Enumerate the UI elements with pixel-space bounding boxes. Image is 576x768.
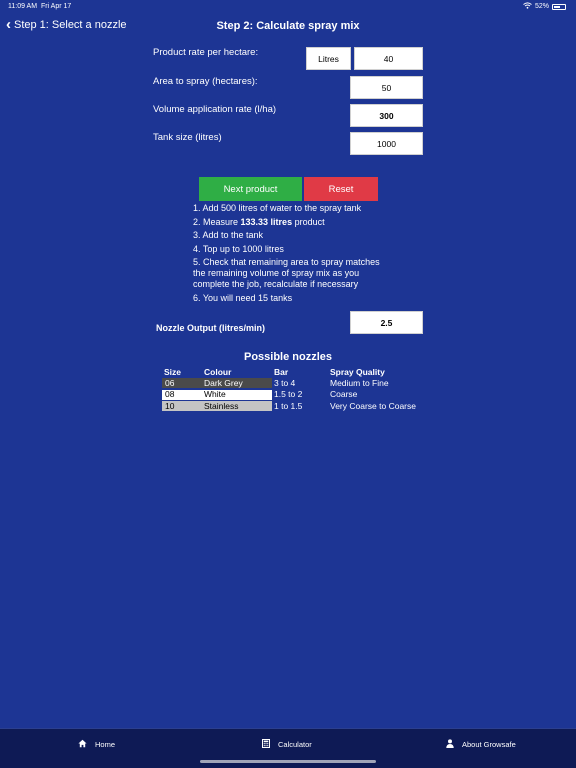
- nozzle-spray-quality: Coarse: [330, 389, 358, 399]
- instruction-step-5: 5. Check that remaining area to spray ma…: [193, 257, 380, 289]
- nozzle-output-label: Nozzle Output (litres/min): [156, 323, 265, 333]
- tab-calculator-label: Calculator: [278, 740, 312, 749]
- instruction-step-2: 2. Measure 133.33 litres product: [193, 216, 325, 227]
- header-spray-quality: Spray Quality: [330, 367, 385, 377]
- instruction-step-3: 3. Add to the tank: [193, 230, 264, 241]
- volume-input[interactable]: 300: [350, 104, 423, 127]
- tab-calculator[interactable]: Calculator: [262, 739, 312, 750]
- tab-home[interactable]: Home: [78, 739, 115, 750]
- header-size: Size: [164, 367, 182, 377]
- instruction-step-1: 1. Add 500 litres of water to the spray …: [193, 203, 362, 213]
- instructions-list: 1. Add 500 litres of water to the spray …: [193, 203, 393, 306]
- person-icon: [446, 739, 454, 750]
- nozzle-bar: 1.5 to 2: [274, 389, 303, 399]
- navigation-bar: ‹ Step 1: Select a nozzle Step 2: Calcul…: [0, 14, 576, 38]
- page-title: Step 2: Calculate spray mix: [216, 20, 360, 32]
- unit-selector[interactable]: Litres: [306, 47, 351, 70]
- wifi-icon: [523, 2, 532, 11]
- header-bar: Bar: [274, 367, 289, 377]
- product-rate-label: Product rate per hectare:: [153, 47, 259, 58]
- instruction-step-4: 4. Top up to 1000 litres: [193, 243, 284, 254]
- nozzle-colour: Dark Grey: [204, 377, 243, 388]
- header-colour: Colour: [204, 367, 232, 377]
- area-label: Area to spray (hectares):: [153, 76, 258, 87]
- tank-label: Tank size (litres): [153, 132, 222, 143]
- nozzle-colour: White: [204, 389, 226, 399]
- area-input[interactable]: 50: [350, 76, 423, 99]
- next-product-button[interactable]: Next product: [199, 177, 302, 201]
- status-indicators: 52%: [523, 2, 566, 11]
- nozzle-size: 10: [165, 400, 175, 411]
- instruction-step-6: 6. You will need 15 tanks: [193, 292, 293, 303]
- nozzles-title: Possible nozzles: [243, 351, 333, 363]
- calculator-icon: [262, 739, 270, 750]
- tab-about-label: About Growsafe: [462, 740, 516, 749]
- battery-percent: 52%: [534, 3, 549, 10]
- nozzle-bar: 3 to 4: [274, 377, 296, 388]
- battery-icon: [552, 3, 566, 10]
- nozzle-output-value: 2.5: [350, 311, 423, 334]
- nozzle-size: 06: [165, 377, 175, 388]
- tab-about[interactable]: About Growsafe: [446, 739, 516, 750]
- nozzle-size: 08: [165, 389, 175, 399]
- nozzle-spray-quality: Very Coarse to Coarse: [330, 400, 416, 411]
- volume-label: Volume application rate (l/ha): [153, 104, 277, 115]
- tab-home-label: Home: [95, 740, 116, 749]
- nozzle-spray-quality: Medium to Fine: [330, 377, 389, 388]
- home-indicator: [200, 760, 376, 763]
- product-rate-input[interactable]: 40: [354, 47, 423, 70]
- home-icon: [78, 739, 87, 750]
- reset-button[interactable]: Reset: [304, 177, 378, 201]
- status-bar: 11:09 AM Fri Apr 17 52%: [0, 0, 576, 12]
- tank-input[interactable]: 1000: [350, 132, 423, 155]
- nozzle-colour: Stainless: [204, 400, 239, 411]
- status-time: 11:09 AM Fri Apr 17: [8, 3, 72, 10]
- nozzle-bar: 1 to 1.5: [274, 400, 303, 411]
